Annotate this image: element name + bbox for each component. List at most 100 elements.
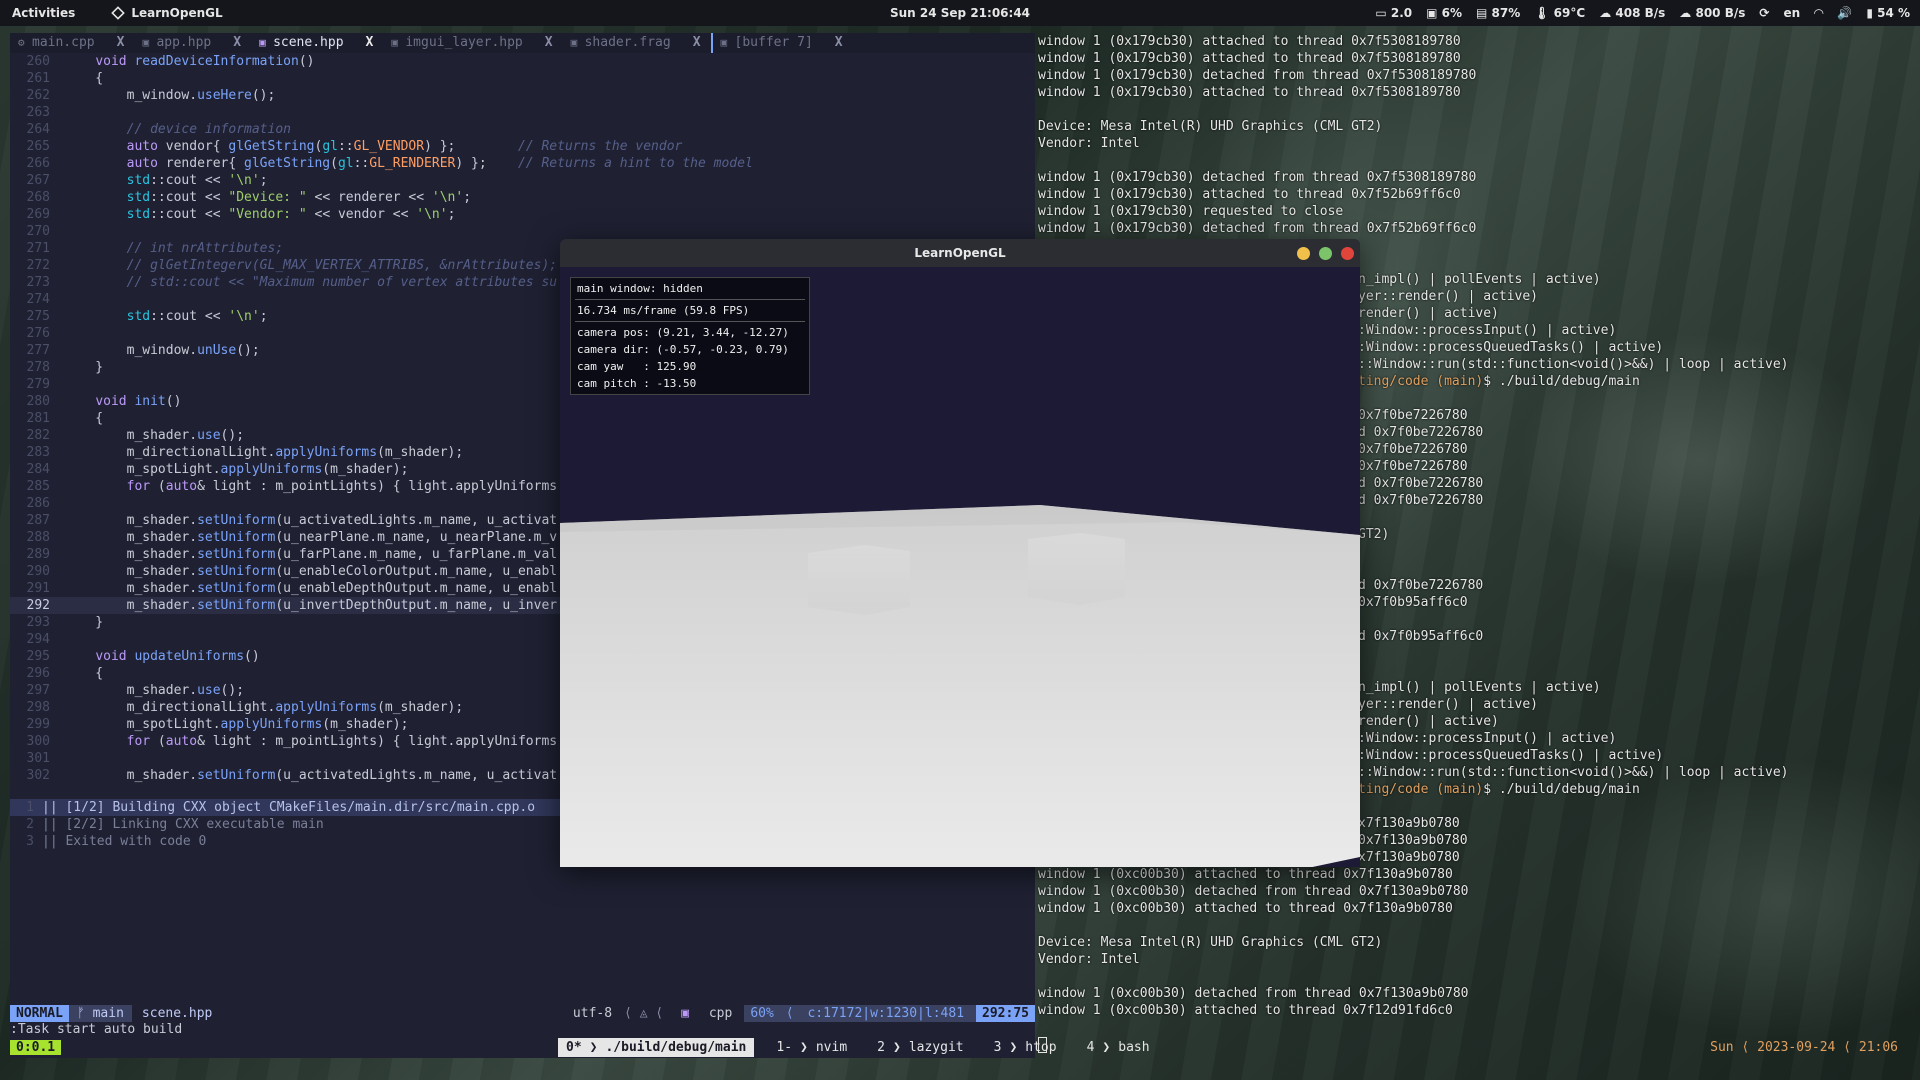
line-number: 271 (26, 241, 50, 256)
imgui-debug-overlay[interactable]: main window: hidden 16.734 ms/frame (59.… (570, 277, 810, 395)
line-number: 276 (26, 326, 50, 341)
tmux-window-2[interactable]: 2 ❯ lazygit (869, 1038, 971, 1057)
statusline: NORMAL ᚠ main scene.hpp utf-8 ⟨ ◬ ⟨ ▣ cp… (10, 1005, 1035, 1022)
tray-load[interactable]: ▭ 2.0 (1375, 6, 1412, 20)
window-titlebar[interactable]: LearnOpenGL (560, 239, 1360, 267)
code-line[interactable]: 266 auto renderer{ glGetString(gl::GL_RE… (10, 155, 1035, 172)
tray-memory[interactable]: ▤ 87% (1476, 6, 1520, 20)
tmux-window-3[interactable]: 3 ❯ htop (986, 1038, 1065, 1057)
terminal-line: window 1 (0xc00b30) detached from thread… (1038, 884, 1469, 899)
minimize-button[interactable] (1297, 247, 1310, 260)
scene-cube-1 (808, 545, 910, 615)
quickfix-text: || [1/2] Building CXX object CMakeFiles/… (42, 800, 536, 815)
line-number: 260 (26, 54, 50, 69)
activities-button[interactable]: Activities (12, 6, 75, 20)
tab-shader-frag[interactable]: ▣ shader.frag X (563, 33, 711, 53)
focused-app-menu[interactable]: LearnOpenGL (111, 6, 223, 20)
line-number: 262 (26, 88, 50, 103)
line-text: m_spotLight.applyUniforms(m_shader); (64, 717, 409, 732)
line-number: 270 (26, 224, 50, 239)
terminal-line: window 1 (0x179cb30) attached to thread … (1038, 187, 1461, 202)
line-number: 267 (26, 173, 50, 188)
line-text: { (64, 411, 104, 426)
tab-close-button[interactable]: X (117, 35, 125, 50)
tab-imgui-layer-hpp[interactable]: ▣ imgui_layer.hpp X (383, 33, 562, 53)
linux-icon: ⟨ ◬ ⟨ (624, 1006, 664, 1021)
tray-cpu[interactable]: ▣ 6% (1426, 6, 1462, 20)
line-number: 288 (26, 530, 50, 545)
tmux-window-0[interactable]: 0* ❯ ./build/debug/main (558, 1038, 755, 1057)
tmux-window-name: htop (1025, 1040, 1057, 1055)
quickfix-item[interactable]: 2 || [2/2] Linking CXX executable main (10, 816, 560, 833)
line-number: 298 (26, 700, 50, 715)
tray-upload[interactable]: ☁ 800 B/s (1679, 6, 1745, 20)
close-button[interactable] (1341, 247, 1354, 260)
code-line[interactable]: 268 std::cout << "Device: " << renderer … (10, 189, 1035, 206)
terminal-line: Vendor: Intel (1038, 952, 1140, 967)
clock[interactable]: Sun 24 Sep 21:06:44 (890, 6, 1030, 20)
line-number: 300 (26, 734, 50, 749)
code-line[interactable]: 269 std::cout << "Vendor: " << vendor <<… (10, 206, 1035, 223)
code-line[interactable]: 262 m_window.useHere(); (10, 87, 1035, 104)
line-number: 294 (26, 632, 50, 647)
code-line[interactable]: 260 void readDeviceInformation() (10, 53, 1035, 70)
terminal-line: window 1 (0x179cb30) detached from threa… (1038, 170, 1477, 185)
tmux-window-index: 1- (776, 1040, 793, 1055)
tray-download[interactable]: ☁ 408 B/s (1599, 6, 1665, 20)
line-number: 282 (26, 428, 50, 443)
terminal-prompt: ting/code (main)$ ./build/debug/main (1358, 374, 1640, 389)
wifi-icon[interactable]: ◠ (1814, 6, 1823, 20)
terminal-line: window 1 (0xc00b30) detached from thread… (1038, 986, 1469, 1001)
tab-label: imgui_layer.hpp (405, 35, 523, 50)
line-text: auto vendor{ glGetString(gl::GL_VENDOR) … (126, 139, 683, 154)
tab-close-button[interactable]: X (366, 35, 374, 50)
tab-close-button[interactable]: X (545, 35, 553, 50)
code-line[interactable]: 270 (10, 223, 1035, 240)
overlay-camera-pitch: cam pitch : -13.50 (577, 377, 697, 390)
learnopengl-window[interactable]: LearnOpenGL main window: hidden 16.734 m… (560, 239, 1360, 867)
system-tray: ▭ 2.0 ▣ 6% ▤ 87% 🌡 69°C ☁ 408 B/s ☁ 800 … (1375, 6, 1910, 20)
code-line[interactable]: 265 auto vendor{ glGetString(gl::GL_VEND… (10, 138, 1035, 155)
line-text: // std::cout << "Maximum number of verte… (126, 275, 558, 290)
status-info: ⟨ c:17172|w:1230|l:481 (779, 1005, 977, 1022)
tab-app-hpp[interactable]: ▣ app.hpp X (134, 33, 251, 53)
quickfix-item[interactable]: 3 || Exited with code 0 (10, 833, 560, 850)
code-line[interactable]: 263 (10, 104, 1035, 121)
code-line[interactable]: 267 std::cout << '\n'; (10, 172, 1035, 189)
quickfix-list[interactable]: 1 || [1/2] Building CXX object CMakeFiles… (10, 799, 560, 850)
separator-icon: ❯ (589, 1040, 598, 1055)
line-text: m_shader.setUniform(u_enableColorOutput.… (64, 564, 558, 579)
tray-temperature[interactable]: 🌡 69°C (1534, 6, 1585, 20)
line-text: for (auto& light : m_pointLights) { ligh… (126, 734, 558, 749)
separator-icon: ❯ (1009, 1040, 1018, 1055)
tab-buffer-7[interactable]: ▣ [buffer 7] X (710, 33, 853, 53)
quickfix-item[interactable]: 1 || [1/2] Building CXX object CMakeFiles… (10, 799, 560, 816)
command-line[interactable]: :Task start auto build (10, 1022, 182, 1037)
tmux-window-4[interactable]: 4 ❯ bash (1079, 1038, 1158, 1057)
terminal-prompt: ting/code (main)$ ./build/debug/main (1358, 782, 1640, 797)
tab-close-button[interactable]: X (693, 35, 701, 50)
sync-icon[interactable]: ⟳ (1759, 6, 1769, 20)
tab-close-button[interactable]: X (233, 35, 241, 50)
separator-icon: ❯ (1102, 1040, 1111, 1055)
code-line[interactable]: 261 { (10, 70, 1035, 87)
code-line[interactable]: 264 // device information (10, 121, 1035, 138)
maximize-button[interactable] (1319, 247, 1332, 260)
volume-icon[interactable]: 🔊 (1837, 6, 1852, 20)
tmux-window-name: ./build/debug/main (605, 1040, 747, 1055)
tmux-session[interactable]: 0:0.1 (10, 1040, 62, 1055)
terminal-line: window 1 (0xc00b30) attached to thread 0… (1038, 1003, 1453, 1018)
tray-battery[interactable]: ▮ 54 % (1866, 6, 1910, 20)
line-text: for (auto& light : m_pointLights) { ligh… (126, 479, 558, 494)
tab-main-cpp[interactable]: ⚙ main.cpp X (10, 33, 134, 53)
line-text: m_window.useHere(); (64, 88, 276, 103)
tray-language[interactable]: en (1783, 6, 1800, 20)
tab-scene-hpp[interactable]: ▣ scene.hpp X (251, 33, 383, 53)
terminal-line: window 1 (0x179cb30) attached to thread … (1038, 34, 1461, 49)
line-number: 292 (26, 598, 50, 613)
tab-close-button[interactable]: X (835, 35, 843, 50)
tmux-window-1[interactable]: 1- ❯ nvim (768, 1038, 855, 1057)
